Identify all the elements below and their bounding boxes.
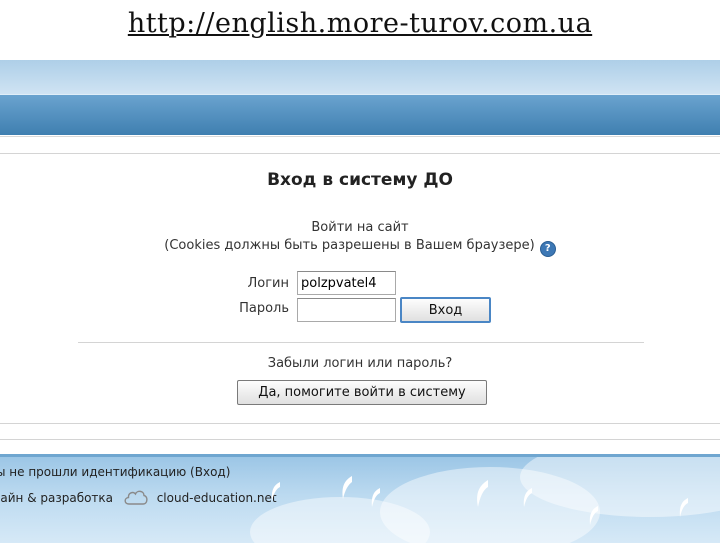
bird-icon [523,488,532,507]
header-sky-band [0,60,720,94]
username-input[interactable] [297,271,396,295]
login-prompt: Войти на сайт [311,220,409,235]
navigation-bar [0,94,720,135]
bird-icon [371,488,380,507]
bird-icon [342,476,352,499]
content-divider-lower [0,423,720,424]
content-divider-middle [78,342,644,343]
login-title: Вход в систему ДО [267,170,453,190]
password-input[interactable] [297,298,396,322]
password-label: Пароль [239,301,289,316]
site-url-link[interactable]: http://english.more-turov.com.ua [0,8,720,39]
footer-credit: зайн & разработка cloud-education.net [0,489,277,509]
bird-icon [271,482,280,501]
username-label: Логин [247,276,289,291]
forgot-password-prompt: Забыли логин или пароль? [267,356,453,371]
auth-status-suffix: ) [225,465,231,479]
auth-status-text: ы не прошли идентификацию (Вход) [0,465,230,479]
credit-prefix: зайн & разработка [0,491,114,505]
help-icon[interactable]: ? [539,241,556,257]
footer-login-link[interactable]: Вход [195,465,226,479]
bird-icon [589,506,598,525]
login-content-area: Вход в систему ДО Войти на сайт (Cookies… [0,136,720,455]
content-divider-bottom [0,439,720,440]
bird-icon [477,480,488,507]
cookies-note-row: (Cookies должны быть разрешены в Вашем б… [0,238,720,257]
content-divider-top [0,153,720,154]
login-submit-button[interactable]: Вход [400,297,491,323]
cookies-note: (Cookies должны быть разрешены в Вашем б… [164,238,535,253]
cloud-icon [123,489,149,509]
credit-site-link[interactable]: cloud-education.net [157,491,277,505]
forgot-password-button[interactable]: Да, помогите войти в систему [237,380,487,405]
auth-status-prefix: ы не прошли идентификацию ( [0,465,195,479]
bird-icon [679,498,688,517]
page-footer: ы не прошли идентификацию (Вход) зайн & … [0,454,720,543]
